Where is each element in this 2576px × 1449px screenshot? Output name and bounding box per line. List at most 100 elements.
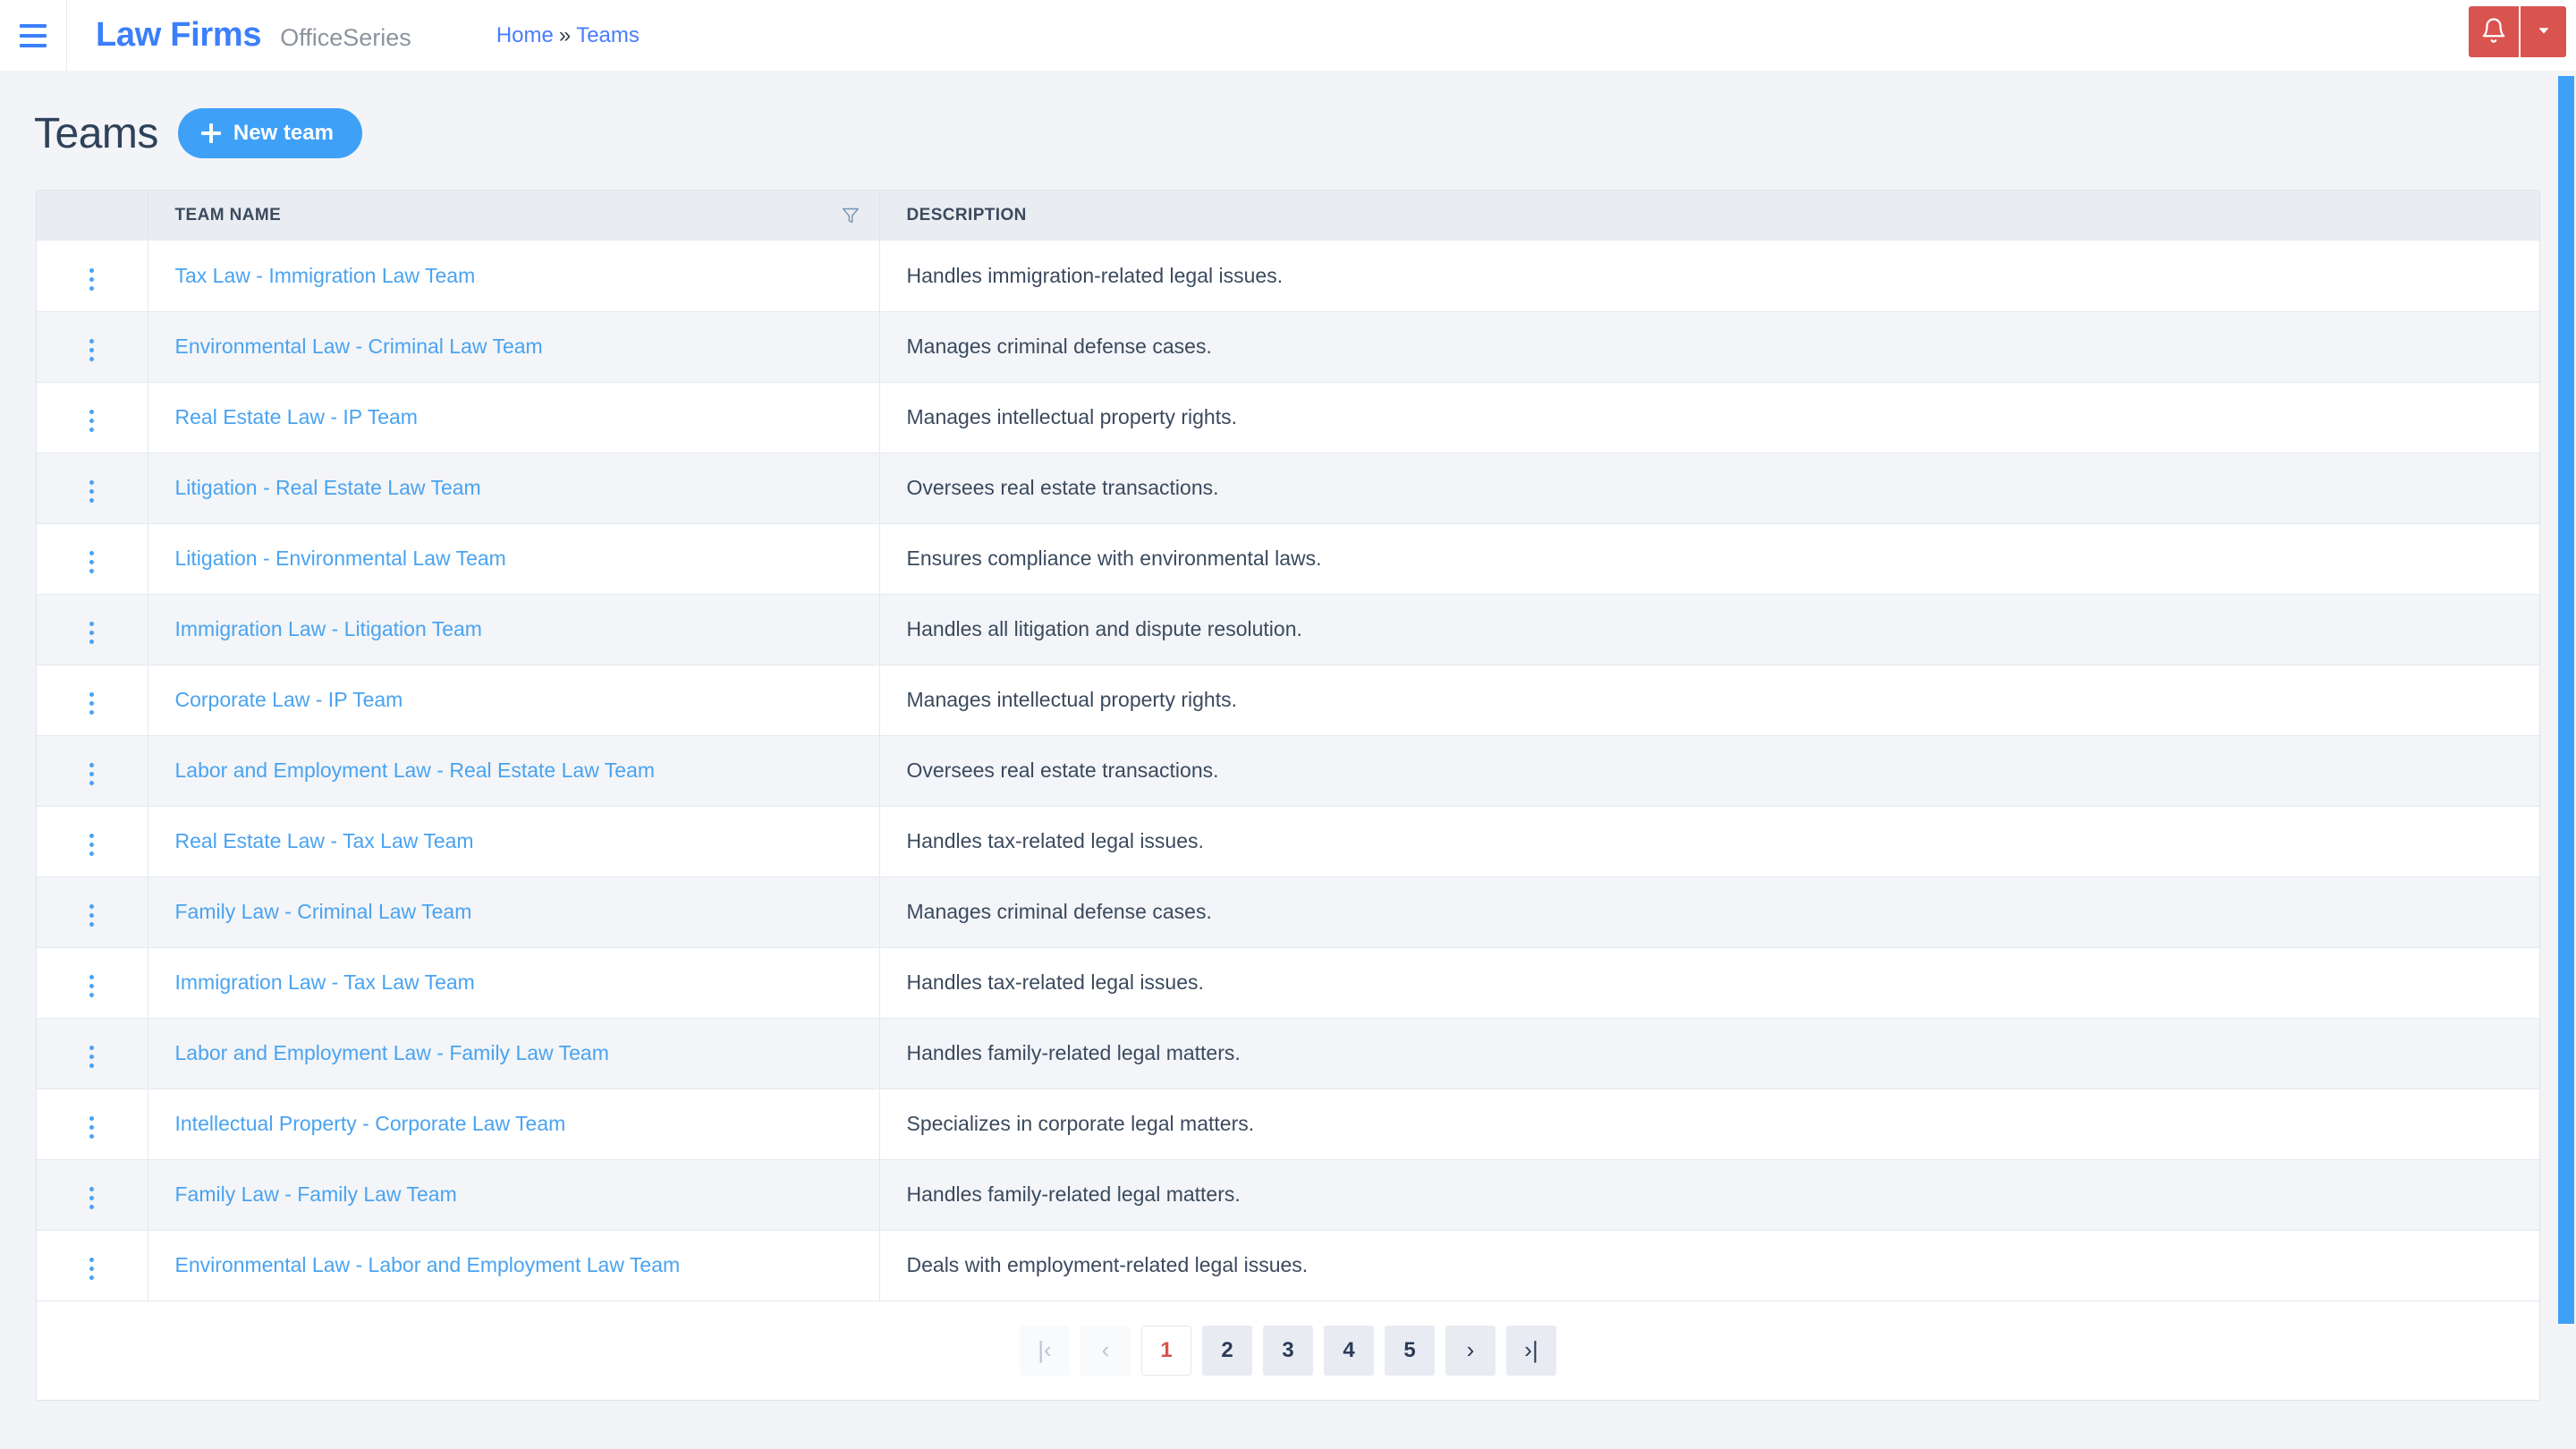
brand-logo[interactable]: Law Firms OfficeSeries bbox=[67, 16, 411, 55]
table-row[interactable]: Labor and Employment Law - Real Estate L… bbox=[37, 735, 2539, 806]
kebab-menu-icon[interactable] bbox=[74, 1181, 110, 1216]
team-name-cell: Immigration Law - Litigation Team bbox=[148, 594, 880, 665]
team-name-link[interactable]: Litigation - Environmental Law Team bbox=[175, 547, 506, 570]
pagination-page-1[interactable]: 1 bbox=[1141, 1325, 1191, 1376]
table-row[interactable]: Labor and Employment Law - Family Law Te… bbox=[37, 1018, 2539, 1089]
kebab-menu-icon[interactable] bbox=[74, 1039, 110, 1075]
pagination-cell: |‹ ‹ 1 2 3 4 5 › ›| bbox=[37, 1301, 2539, 1400]
kebab-menu-icon[interactable] bbox=[74, 827, 110, 863]
breadcrumb-link-teams[interactable]: Teams bbox=[576, 23, 640, 48]
team-name-cell: Litigation - Real Estate Law Team bbox=[148, 453, 880, 523]
kebab-menu-icon[interactable] bbox=[74, 615, 110, 651]
team-description-cell: Ensures compliance with environmental la… bbox=[906, 547, 1322, 570]
hamburger-menu-icon[interactable] bbox=[0, 0, 66, 71]
team-description-cell: Deals with employment-related legal issu… bbox=[906, 1253, 1309, 1276]
page-scrollbar-track[interactable] bbox=[2556, 71, 2576, 1449]
filter-funnel-icon[interactable] bbox=[842, 207, 860, 225]
kebab-menu-icon[interactable] bbox=[74, 1110, 110, 1146]
table-header-row: TEAM NAME DESCRIPTION bbox=[37, 191, 2539, 241]
team-description-cell: Handles immigration-related legal issues… bbox=[906, 263, 1284, 287]
team-name-link[interactable]: Environmental Law - Labor and Employment… bbox=[175, 1253, 681, 1276]
row-menu-cell bbox=[37, 735, 148, 806]
notifications-dropdown-button[interactable] bbox=[2519, 6, 2566, 57]
column-header-description[interactable]: DESCRIPTION bbox=[879, 191, 2539, 241]
notifications-button[interactable] bbox=[2469, 6, 2519, 57]
row-menu-cell bbox=[37, 806, 148, 877]
kebab-menu-icon[interactable] bbox=[74, 686, 110, 722]
table-row[interactable]: Immigration Law - Tax Law Team Handles ta… bbox=[37, 947, 2539, 1018]
row-menu-cell bbox=[37, 523, 148, 594]
pagination-page-3[interactable]: 3 bbox=[1263, 1325, 1313, 1376]
hamburger-line bbox=[20, 43, 47, 47]
table-row[interactable]: Litigation - Real Estate Law Team Oversee… bbox=[37, 453, 2539, 523]
team-name-cell: Immigration Law - Tax Law Team bbox=[148, 947, 880, 1018]
page-scrollbar-thumb[interactable] bbox=[2558, 76, 2574, 1324]
topbar-right-actions bbox=[2469, 0, 2576, 71]
table-row[interactable]: Real Estate Law - IP Team Manages intelle… bbox=[37, 382, 2539, 453]
chevron-down-icon bbox=[2534, 21, 2554, 43]
table-row[interactable]: Immigration Law - Litigation Team Handles… bbox=[37, 594, 2539, 665]
pagination-page-2[interactable]: 2 bbox=[1202, 1325, 1252, 1376]
kebab-menu-icon[interactable] bbox=[74, 545, 110, 580]
new-team-button-label: New team bbox=[233, 121, 334, 145]
team-name-link[interactable]: Environmental Law - Criminal Law Team bbox=[175, 335, 543, 358]
column-header-team-name-label: TEAM NAME bbox=[174, 206, 282, 225]
kebab-menu-icon[interactable] bbox=[74, 403, 110, 439]
team-name-link[interactable]: Litigation - Real Estate Law Team bbox=[175, 476, 481, 499]
team-name-cell: Family Law - Family Law Team bbox=[148, 1159, 880, 1230]
table-row[interactable]: Family Law - Family Law Team Handles fami… bbox=[37, 1159, 2539, 1230]
team-name-link[interactable]: Real Estate Law - IP Team bbox=[175, 405, 418, 428]
row-menu-cell bbox=[37, 1230, 148, 1301]
brand-name: Law Firms bbox=[96, 16, 262, 54]
team-name-link[interactable]: Tax Law - Immigration Law Team bbox=[175, 264, 476, 287]
pagination-page-5[interactable]: 5 bbox=[1385, 1325, 1435, 1376]
team-name-link[interactable]: Intellectual Property - Corporate Law Te… bbox=[175, 1112, 566, 1135]
team-name-link[interactable]: Family Law - Family Law Team bbox=[175, 1182, 457, 1206]
row-menu-cell bbox=[37, 1159, 148, 1230]
breadcrumb-separator: » bbox=[558, 22, 572, 47]
row-menu-cell bbox=[37, 241, 148, 311]
breadcrumb-link-home[interactable]: Home bbox=[496, 23, 554, 48]
pagination-next-button[interactable]: › bbox=[1445, 1325, 1496, 1376]
table-row[interactable]: Litigation - Environmental Law Team Ensur… bbox=[37, 523, 2539, 594]
bell-icon bbox=[2480, 16, 2507, 47]
table-row[interactable]: Real Estate Law - Tax Law Team Handles ta… bbox=[37, 806, 2539, 877]
pagination-last-button[interactable]: ›| bbox=[1506, 1325, 1556, 1376]
table-header: TEAM NAME DESCRIPTION bbox=[37, 191, 2539, 241]
kebab-menu-icon[interactable] bbox=[74, 262, 110, 298]
team-description-cell: Handles tax-related legal issues. bbox=[906, 970, 1204, 994]
new-team-button[interactable]: New team bbox=[177, 108, 362, 158]
table-row[interactable]: Intellectual Property - Corporate Law Te… bbox=[37, 1089, 2539, 1159]
team-name-cell: Corporate Law - IP Team bbox=[148, 665, 880, 735]
teams-table-card: TEAM NAME DESCRIPTION Tax Law - Immigrat… bbox=[36, 190, 2540, 1401]
kebab-menu-icon[interactable] bbox=[74, 898, 110, 934]
team-name-link[interactable]: Family Law - Criminal Law Team bbox=[175, 900, 472, 923]
column-header-team-name[interactable]: TEAM NAME bbox=[148, 191, 880, 241]
pagination: |‹ ‹ 1 2 3 4 5 › ›| bbox=[37, 1301, 2539, 1400]
kebab-menu-icon[interactable] bbox=[74, 474, 110, 510]
team-name-link[interactable]: Immigration Law - Tax Law Team bbox=[175, 970, 475, 994]
table-row[interactable]: Family Law - Criminal Law Team Manages cr… bbox=[37, 877, 2539, 947]
team-name-link[interactable]: Labor and Employment Law - Real Estate L… bbox=[175, 758, 656, 782]
hamburger-line bbox=[20, 23, 47, 28]
table-row[interactable]: Environmental Law - Labor and Employment… bbox=[37, 1230, 2539, 1301]
pagination-prev-button: ‹ bbox=[1080, 1325, 1131, 1376]
team-name-link[interactable]: Real Estate Law - Tax Law Team bbox=[175, 829, 474, 852]
team-name-cell: Real Estate Law - Tax Law Team bbox=[148, 806, 880, 877]
team-name-link[interactable]: Labor and Employment Law - Family Law Te… bbox=[175, 1041, 609, 1064]
kebab-menu-icon[interactable] bbox=[74, 1251, 110, 1287]
table-row[interactable]: Tax Law - Immigration Law Team Handles im… bbox=[37, 241, 2539, 311]
kebab-menu-icon[interactable] bbox=[74, 333, 110, 369]
team-name-link[interactable]: Immigration Law - Litigation Team bbox=[175, 617, 482, 640]
top-navigation-bar: Law Firms OfficeSeries Home » Teams bbox=[0, 0, 2576, 71]
team-description-cell: Handles all litigation and dispute resol… bbox=[906, 617, 1302, 640]
pagination-page-4[interactable]: 4 bbox=[1324, 1325, 1374, 1376]
row-menu-cell bbox=[37, 1018, 148, 1089]
kebab-menu-icon[interactable] bbox=[74, 757, 110, 792]
kebab-menu-icon[interactable] bbox=[74, 969, 110, 1004]
team-name-cell: Litigation - Environmental Law Team bbox=[148, 523, 880, 594]
team-name-link[interactable]: Corporate Law - IP Team bbox=[175, 688, 403, 711]
table-row[interactable]: Environmental Law - Criminal Law Team Man… bbox=[37, 311, 2539, 382]
table-footer: |‹ ‹ 1 2 3 4 5 › ›| bbox=[37, 1301, 2539, 1400]
table-row[interactable]: Corporate Law - IP Team Manages intellect… bbox=[37, 665, 2539, 735]
